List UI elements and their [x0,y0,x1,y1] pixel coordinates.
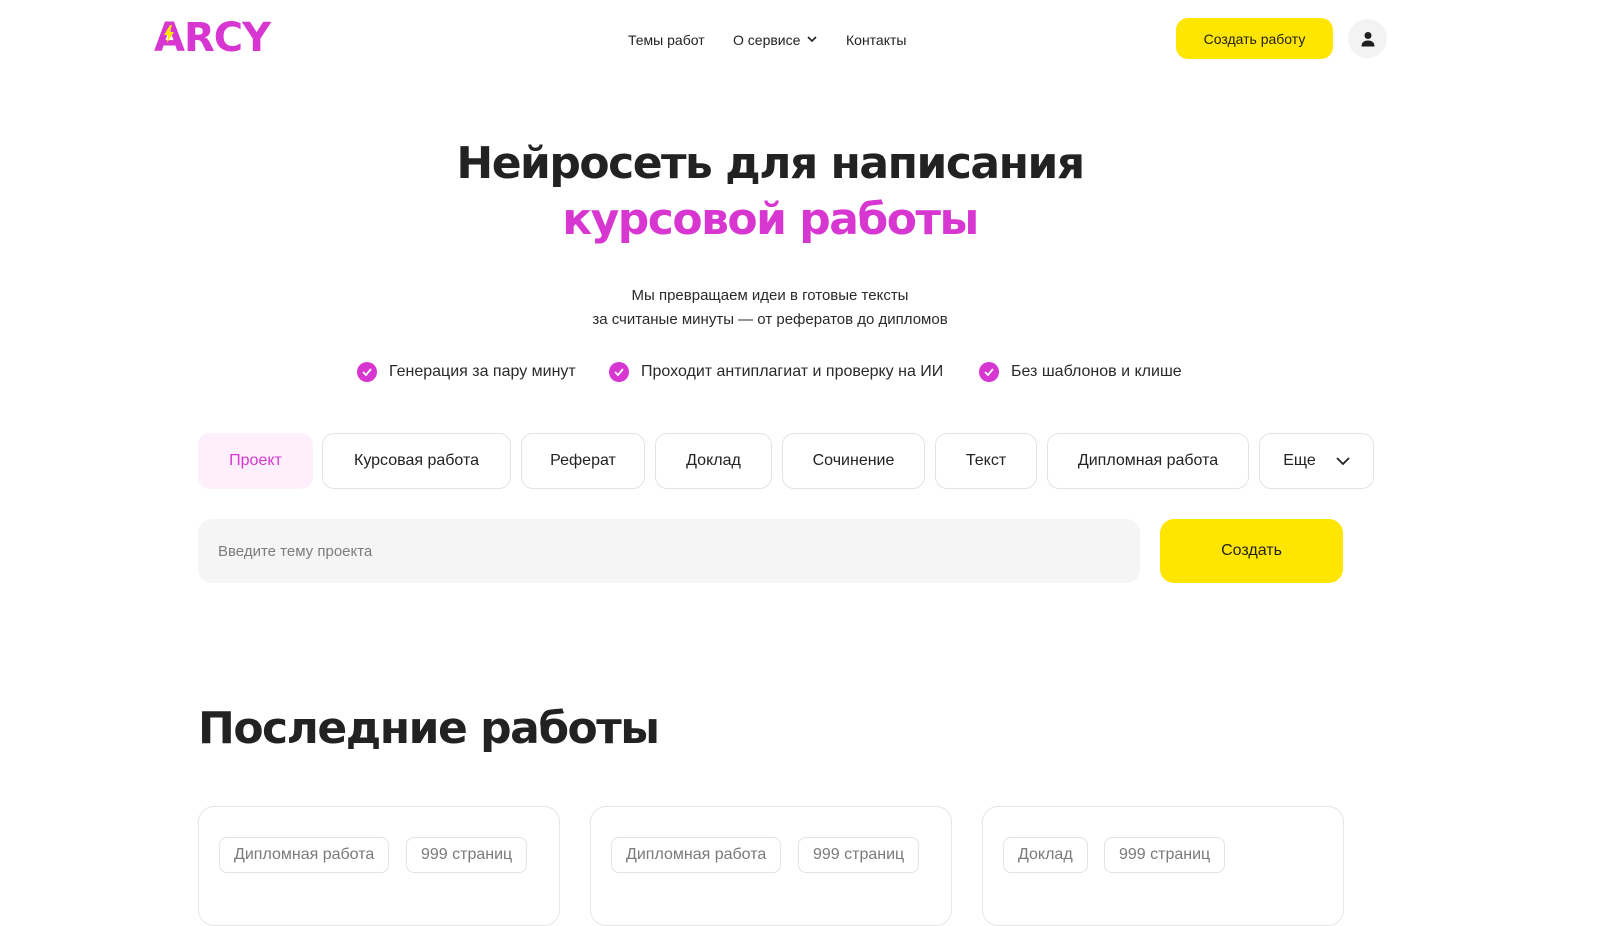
nav-contacts-link[interactable]: Контакты [846,30,906,50]
work-card[interactable]: Дипломная работа 999 страниц [198,806,560,926]
feature-list: Генерация за пару минут Проходит антипла… [0,361,1601,383]
work-type-more-dropdown[interactable]: Еще [1259,433,1374,489]
check-icon [609,362,629,382]
chevron-down-icon [1336,457,1350,466]
hero-subtitle-line1: Мы превращаем идеи в готовые тексты [631,287,909,304]
feature-label: Проходит антиплагиат и проверку на ИИ [641,363,944,380]
more-label: Еще [1283,452,1316,469]
hero-subtitle-line2: за считаные минуты — от рефератов до дип… [592,311,948,328]
page-count-badge: 999 страниц [1104,837,1226,873]
work-type-coursework[interactable]: Курсовая работа [322,433,511,489]
hero-subtitle: Мы превращаем идеи в готовые тексты за с… [0,284,1540,332]
user-icon [1361,31,1374,46]
check-icon [357,362,377,382]
profile-button[interactable] [1348,19,1387,58]
work-card[interactable]: Дипломная работа 999 страниц [590,806,952,926]
create-work-button[interactable]: Создать работу [1176,18,1333,59]
feature-item: Без шаблонов и клише [979,361,1182,383]
nav-about-label: О сервисе [733,32,801,48]
hero-title-accent: курсовой работы [562,194,979,245]
topic-input[interactable] [198,519,1140,583]
work-card[interactable]: Доклад 999 страниц [982,806,1344,926]
recent-works-title: Последние работы [198,703,660,754]
work-type-badge: Дипломная работа [219,837,390,873]
nav-about-dropdown[interactable]: О сервисе [733,30,817,50]
hero-title: Нейросеть для написания курсовой работы [0,136,1540,248]
work-type-badge: Дипломная работа [611,837,782,873]
feature-item: Проходит антиплагиат и проверку на ИИ [609,361,943,383]
nav-topics-link[interactable]: Темы работ [628,30,705,50]
work-type-text[interactable]: Текст [935,433,1037,489]
feature-label: Без шаблонов и клише [1011,363,1182,380]
work-type-report[interactable]: Доклад [655,433,772,489]
chevron-down-icon [807,36,817,43]
work-type-composition[interactable]: Сочинение [782,433,925,489]
work-type-diploma[interactable]: Дипломная работа [1047,433,1249,489]
feature-label: Генерация за пару минут [389,363,576,380]
work-type-badge: Доклад [1003,837,1088,873]
feature-item: Генерация за пару минут [357,361,576,383]
hero-title-line1: Нейросеть для написания [456,138,1085,189]
work-type-essay[interactable]: Реферат [521,433,645,489]
page-count-badge: 999 страниц [406,837,528,873]
page-count-badge: 999 страниц [798,837,920,873]
work-type-project[interactable]: Проект [198,433,313,489]
check-icon [979,362,999,382]
create-button[interactable]: Создать [1160,519,1343,583]
